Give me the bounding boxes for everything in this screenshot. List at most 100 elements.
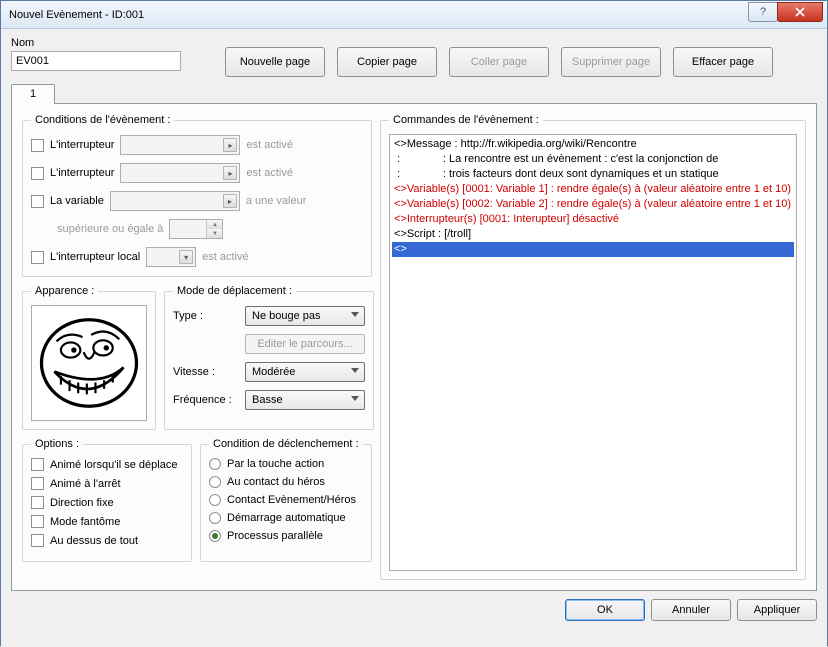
- variable-select[interactable]: ▸: [110, 191, 240, 211]
- trigger-line: Par la touche action: [209, 458, 363, 470]
- option-checkbox-4[interactable]: [31, 534, 44, 547]
- top-row: Nom Nouvelle page Copier page Coller pag…: [11, 37, 817, 77]
- window-title: Nouvel Evènement - ID:001: [9, 9, 749, 21]
- svg-text:?: ?: [760, 7, 766, 17]
- trigger-radio-2[interactable]: [209, 494, 221, 506]
- switch1-select[interactable]: ▸: [120, 135, 240, 155]
- switch1-label: L'interrupteur: [50, 139, 114, 151]
- trigger-line: Processus parallèle: [209, 530, 363, 542]
- window-buttons: ?: [749, 2, 823, 22]
- sup-label: supérieure ou égale à: [57, 223, 163, 235]
- trigger-line: Contact Evènement/Héros: [209, 494, 363, 506]
- option-checkbox-0[interactable]: [31, 458, 44, 471]
- spin-down-icon[interactable]: ▼: [206, 229, 222, 238]
- option-checkbox-3[interactable]: [31, 515, 44, 528]
- help-button[interactable]: ?: [748, 2, 778, 22]
- command-line[interactable]: : : trois facteurs dont deux sont dynami…: [392, 167, 794, 182]
- trigger-label: Processus parallèle: [227, 530, 323, 542]
- option-line: Au dessus de tout: [31, 534, 183, 547]
- option-checkbox-1[interactable]: [31, 477, 44, 490]
- option-label: Direction fixe: [50, 497, 114, 509]
- conditions-fieldset: Conditions de l'évènement : L'interrupte…: [22, 114, 372, 277]
- condition-row: L'interrupteur ▸ est activé: [31, 162, 363, 184]
- frequency-dropdown[interactable]: Basse: [245, 390, 365, 410]
- copy-page-button[interactable]: Copier page: [337, 47, 437, 77]
- command-line[interactable]: <>Variable(s) [0002: Variable 2] : rendr…: [392, 197, 794, 212]
- trigger-label: Contact Evènement/Héros: [227, 494, 356, 506]
- command-line[interactable]: <>Interrupteur(s) [0001: Interupteur] dé…: [392, 212, 794, 227]
- option-label: Mode fantôme: [50, 516, 120, 528]
- trigger-line: Démarrage automatique: [209, 512, 363, 524]
- command-line[interactable]: <>: [392, 242, 794, 257]
- tab-1[interactable]: 1: [11, 84, 55, 104]
- switch2-select[interactable]: ▸: [120, 163, 240, 183]
- command-line[interactable]: <>Script : [/troll]: [392, 227, 794, 242]
- chevron-down-icon: ▾: [179, 250, 193, 264]
- trigger-radio-3[interactable]: [209, 512, 221, 524]
- trollface-icon: [35, 309, 143, 417]
- commands-fieldset: Commandes de l'évènement : <>Message : h…: [380, 114, 806, 580]
- command-line[interactable]: <>Variable(s) [0001: Variable 1] : rendr…: [392, 182, 794, 197]
- close-button[interactable]: [777, 2, 823, 22]
- ok-button[interactable]: OK: [565, 599, 645, 621]
- new-page-button[interactable]: Nouvelle page: [225, 47, 325, 77]
- chevron-down-icon: [351, 368, 359, 373]
- name-input[interactable]: [11, 51, 181, 71]
- option-line: Animé lorsqu'il se déplace: [31, 458, 183, 471]
- chevron-down-icon: [351, 312, 359, 317]
- option-label: Animé lorsqu'il se déplace: [50, 459, 177, 471]
- switch2-trail: est activé: [246, 167, 363, 179]
- local-switch-select[interactable]: ▾: [146, 247, 196, 267]
- delete-page-button[interactable]: Supprimer page: [561, 47, 661, 77]
- ellipsis-icon: ▸: [223, 166, 237, 180]
- switch1-trail: est activé: [246, 139, 363, 151]
- command-line[interactable]: <>Message : http://fr.wikipedia.org/wiki…: [392, 137, 794, 152]
- trigger-fieldset: Condition de déclenchement : Par la touc…: [200, 438, 372, 562]
- variable-checkbox[interactable]: [31, 195, 44, 208]
- option-checkbox-2[interactable]: [31, 496, 44, 509]
- option-label: Animé à l'arrêt: [50, 478, 121, 490]
- tab-strip: 1: [11, 83, 817, 103]
- bottom-row: Options : Animé lorsqu'il se déplaceAnim…: [22, 438, 372, 562]
- mid-row: Apparence :: [22, 285, 372, 430]
- speed-dropdown[interactable]: Modérée: [245, 362, 365, 382]
- name-label: Nom: [11, 37, 181, 49]
- frequency-label: Fréquence :: [173, 394, 245, 406]
- ellipsis-icon: ▸: [223, 138, 237, 152]
- option-label: Au dessus de tout: [50, 535, 138, 547]
- clear-page-button[interactable]: Effacer page: [673, 47, 773, 77]
- spin-up-icon[interactable]: ▲: [206, 220, 222, 229]
- name-column: Nom: [11, 37, 181, 71]
- command-line[interactable]: : : La rencontre est un évènement : c'es…: [392, 152, 794, 167]
- appearance-legend: Apparence :: [31, 285, 98, 297]
- cancel-button[interactable]: Annuler: [651, 599, 731, 621]
- paste-page-button[interactable]: Coller page: [449, 47, 549, 77]
- conditions-legend: Conditions de l'évènement :: [31, 114, 174, 126]
- type-label: Type :: [173, 310, 245, 322]
- appearance-graphic[interactable]: [31, 305, 147, 421]
- option-line: Mode fantôme: [31, 515, 183, 528]
- trigger-label: Par la touche action: [227, 458, 324, 470]
- dialog-client: Nom Nouvelle page Copier page Coller pag…: [1, 29, 827, 647]
- left-column: Conditions de l'évènement : L'interrupte…: [22, 114, 372, 580]
- sup-value-input[interactable]: ▲▼: [169, 219, 223, 239]
- apply-button[interactable]: Appliquer: [737, 599, 817, 621]
- chevron-down-icon: [351, 396, 359, 401]
- trigger-radio-0[interactable]: [209, 458, 221, 470]
- switch2-label: L'interrupteur: [50, 167, 114, 179]
- type-dropdown[interactable]: Ne bouge pas: [245, 306, 365, 326]
- right-column: Commandes de l'évènement : <>Message : h…: [380, 114, 806, 580]
- edit-route-button[interactable]: Editer le parcours...: [245, 334, 365, 354]
- dialog-buttons: OK Annuler Appliquer: [11, 599, 817, 621]
- trigger-radio-4[interactable]: [209, 530, 221, 542]
- switch1-checkbox[interactable]: [31, 139, 44, 152]
- trigger-line: Au contact du héros: [209, 476, 363, 488]
- condition-row: La variable ▸ a une valeur: [31, 190, 363, 212]
- condition-row: L'interrupteur local ▾ est activé: [31, 246, 363, 268]
- local-switch-checkbox[interactable]: [31, 251, 44, 264]
- switch2-checkbox[interactable]: [31, 167, 44, 180]
- trigger-radio-1[interactable]: [209, 476, 221, 488]
- ellipsis-icon: ▸: [223, 194, 237, 208]
- commands-list[interactable]: <>Message : http://fr.wikipedia.org/wiki…: [389, 134, 797, 571]
- local-switch-label: L'interrupteur local: [50, 251, 140, 263]
